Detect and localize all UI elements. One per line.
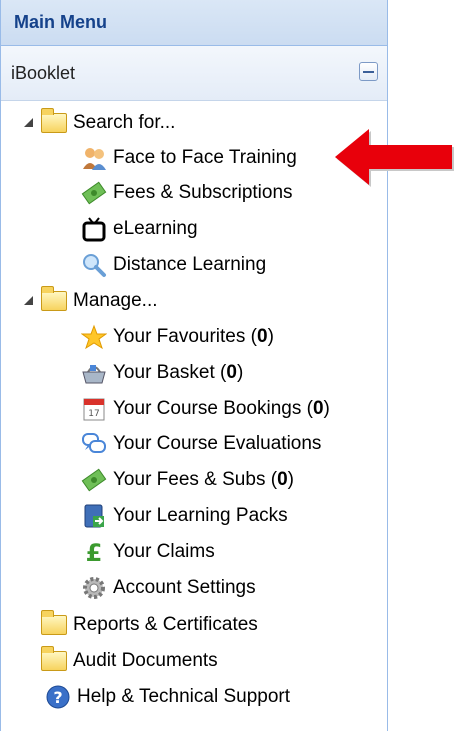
expand-toggle-icon[interactable] [23,295,35,307]
basket-icon [81,360,107,386]
magnifier-icon [81,252,107,278]
tree-node-your-claims[interactable]: £ Your Claims [56,537,215,567]
help-icon: ? [45,684,71,710]
tree-item-fees-subscriptions[interactable]: Fees & Subscriptions [81,178,293,208]
tree-item-your-course-evaluations[interactable]: Your Course Evaluations [81,429,321,459]
red-arrow-icon [335,129,454,187]
tree-node-reports-certificates[interactable]: Reports & Certificates [23,610,258,640]
tree-item-account-settings[interactable]: Account Settings [81,573,256,603]
expand-toggle-icon[interactable] [23,654,35,668]
main-menu-panel: Main Menu iBooklet Search for... Face to… [0,0,388,731]
svg-text:17: 17 [88,409,99,419]
gear-icon [81,575,107,601]
tree-item-elearning[interactable]: eLearning [81,214,198,244]
tree-item-your-basket[interactable]: Your Basket (0) [81,358,243,388]
tree-node-audit-documents[interactable]: Audit Documents [23,646,218,676]
folder-icon [41,610,67,635]
tree-item-distance-learning[interactable]: Distance Learning [81,250,266,280]
tree-node-search[interactable]: Search for... [23,108,175,138]
folder-open-icon [41,108,67,133]
tree-item-your-course-bookings[interactable]: 17 Your Course Bookings (0) [81,394,330,424]
folder-open-icon [41,286,67,311]
book-icon [81,503,107,529]
tree-node-manage[interactable]: Manage... [23,286,158,316]
speech-bubbles-icon [81,431,107,457]
expand-toggle-icon[interactable] [23,618,35,632]
money-icon [81,467,107,493]
tree-item-your-fees-subs[interactable]: Your Fees & Subs (0) [81,465,294,495]
folder-icon [41,646,67,671]
svg-text:£: £ [86,539,103,565]
calendar-icon: 17 [81,396,107,422]
tree-item-help-support[interactable]: ? Help & Technical Support [45,682,290,712]
collapse-button[interactable] [359,62,378,81]
money-icon [81,180,107,206]
tree-item-face-to-face-training[interactable]: Face to Face Training [81,143,297,173]
star-icon [80,324,108,350]
tv-icon [81,216,107,242]
pound-icon: £ [81,539,107,567]
tree-item-your-favourites[interactable]: Your Favourites (0) [80,322,274,352]
svg-text:?: ? [53,688,62,707]
expand-toggle-icon[interactable] [56,545,68,559]
people-icon [81,145,107,171]
tree-item-your-learning-packs[interactable]: Your Learning Packs [81,501,288,531]
panel-title: Main Menu [1,0,387,46]
ibooklet-header[interactable]: iBooklet [1,46,387,101]
expand-toggle-icon[interactable] [23,117,35,129]
